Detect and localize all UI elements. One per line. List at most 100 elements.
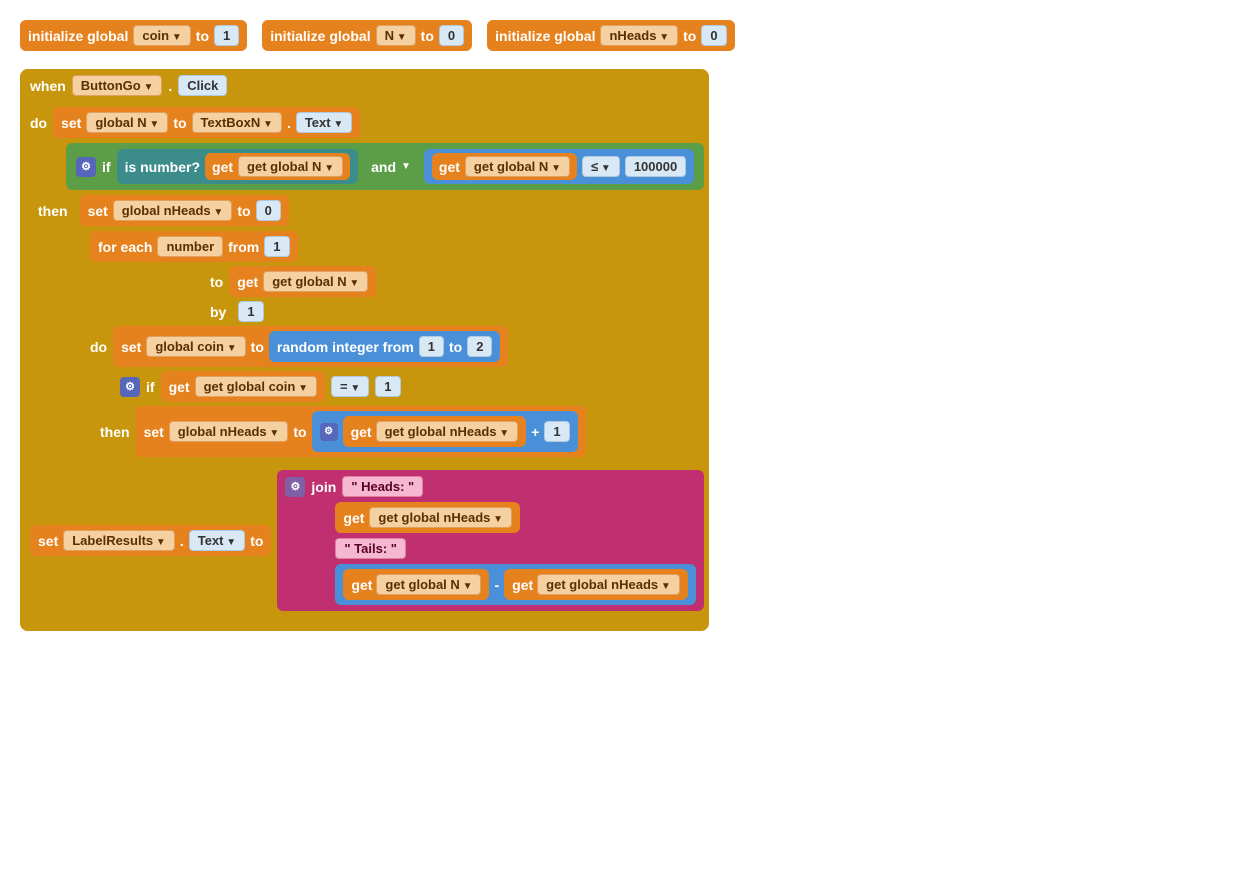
get-label-nHeads-minus: get bbox=[512, 577, 533, 593]
nHeads-value[interactable]: 0 bbox=[701, 25, 726, 46]
dot-label: . bbox=[168, 78, 172, 94]
one-value[interactable]: 1 bbox=[375, 376, 400, 397]
get-coin-block[interactable]: get get global coin bbox=[161, 371, 325, 402]
by-val[interactable]: 1 bbox=[238, 301, 263, 322]
init-nHeads-to: to bbox=[683, 28, 696, 44]
get-label-N-minus: get bbox=[351, 577, 372, 593]
get-nHeads-join[interactable]: get get global nHeads bbox=[335, 502, 520, 533]
button-go-var[interactable]: ButtonGo bbox=[72, 75, 163, 96]
nHeads-var-inner[interactable]: get global nHeads bbox=[376, 421, 519, 442]
N-var[interactable]: N bbox=[376, 25, 416, 46]
set-coin-label: set bbox=[121, 339, 141, 355]
init-coin-label: initialize global bbox=[28, 28, 128, 44]
join-block[interactable]: ⚙ join " Heads: " get get global nHeads … bbox=[277, 470, 703, 611]
join-calc-row: get get global N - get get global nHeads bbox=[335, 564, 695, 605]
is-number-block[interactable]: is number? get get global N bbox=[117, 149, 359, 184]
get-label-coin: get bbox=[169, 379, 190, 395]
rnd-to[interactable]: 2 bbox=[467, 336, 492, 357]
nHeads-var[interactable]: nHeads bbox=[600, 25, 678, 46]
gear-icon-2: ⚙ bbox=[120, 377, 140, 397]
zero-value[interactable]: 0 bbox=[256, 200, 281, 221]
nHeads-var-2[interactable]: global nHeads bbox=[113, 200, 233, 221]
when-header: when ButtonGo . Click bbox=[20, 69, 709, 102]
from-val[interactable]: 1 bbox=[264, 236, 289, 257]
one-value-2[interactable]: 1 bbox=[544, 421, 569, 442]
rnd-from[interactable]: 1 bbox=[419, 336, 444, 357]
tails-str[interactable]: " Tails: " bbox=[335, 538, 406, 559]
then-nHeads-row: then set global nHeads to ⚙ get get glob… bbox=[100, 406, 704, 457]
coin-value[interactable]: 1 bbox=[214, 25, 239, 46]
foreach-by-row: by 1 bbox=[210, 301, 704, 322]
set-nHeads-plus-label: set bbox=[144, 424, 164, 440]
nHeads-var-3[interactable]: global nHeads bbox=[169, 421, 289, 442]
random-int-block[interactable]: random integer from 1 to 2 bbox=[269, 331, 501, 362]
nHeads-join-var[interactable]: get global nHeads bbox=[369, 507, 512, 528]
hundred-k-value[interactable]: 100000 bbox=[625, 156, 686, 177]
heads-str[interactable]: " Heads: " bbox=[342, 476, 423, 497]
by-label: by bbox=[210, 304, 226, 320]
set-label-block[interactable]: set LabelResults . Text to bbox=[30, 525, 271, 556]
get-N-block-if2[interactable]: get get global N bbox=[432, 153, 577, 180]
N-lte-block[interactable]: get get global N ≤ 100000 bbox=[424, 149, 694, 184]
text-prop[interactable]: Text bbox=[296, 112, 352, 133]
nHeads-minus-var[interactable]: get global nHeads bbox=[537, 574, 680, 595]
init-nHeads-block[interactable]: initialize global nHeads to 0 bbox=[487, 20, 734, 51]
set-nHeads-0-block[interactable]: set global nHeads to 0 bbox=[80, 195, 289, 226]
set-N-var[interactable]: global N bbox=[86, 112, 168, 133]
text-prop-2[interactable]: Text bbox=[189, 530, 245, 551]
init-N-label: initialize global bbox=[270, 28, 370, 44]
label-results-var[interactable]: LabelResults bbox=[63, 530, 175, 551]
lte-op[interactable]: ≤ bbox=[582, 156, 620, 177]
gold-bottom bbox=[20, 616, 709, 631]
textboxN-var[interactable]: TextBoxN bbox=[192, 112, 282, 133]
N-minus-nHeads-block[interactable]: get get global N - get get global nHeads bbox=[335, 564, 695, 605]
click-label[interactable]: Click bbox=[178, 75, 227, 96]
foreach-to-row: to get get global N bbox=[210, 266, 704, 297]
set-nHeads-plus-block[interactable]: set global nHeads to ⚙ get get global nH… bbox=[136, 406, 586, 457]
N-minus-var[interactable]: get global N bbox=[376, 574, 481, 595]
global-N-foreach[interactable]: get global N bbox=[263, 271, 368, 292]
coin-var[interactable]: coin bbox=[133, 25, 190, 46]
plus-label: + bbox=[531, 424, 539, 440]
do-label-foreach: do bbox=[90, 339, 107, 355]
foreach-var[interactable]: number bbox=[157, 236, 223, 257]
set-nHeads-plus-to: to bbox=[293, 424, 306, 440]
set-N-block[interactable]: set global N to TextBoxN . Text bbox=[53, 107, 360, 138]
eq-op[interactable]: = bbox=[331, 376, 369, 397]
minus-label: - bbox=[494, 577, 499, 593]
N-value[interactable]: 0 bbox=[439, 25, 464, 46]
nHeads-plus-1-block[interactable]: ⚙ get get global nHeads + 1 bbox=[312, 411, 578, 452]
foreach-do-row: do set global coin to random integer fro… bbox=[90, 326, 704, 367]
when-label: when bbox=[30, 78, 66, 94]
then-row: then set global nHeads to 0 bbox=[30, 195, 704, 226]
global-N-var-2[interactable]: get global N bbox=[465, 156, 570, 177]
then-label-2: then bbox=[100, 424, 130, 440]
do-body: do set global N to TextBoxN . Text ⚙ if bbox=[20, 102, 709, 616]
set-coin-block[interactable]: set global coin to random integer from 1… bbox=[113, 326, 508, 367]
dot2-label: . bbox=[287, 115, 291, 131]
and-block[interactable]: and bbox=[364, 156, 418, 178]
get-label-2: get bbox=[439, 159, 460, 175]
global-coin-var[interactable]: get global coin bbox=[195, 376, 317, 397]
get-N-minus[interactable]: get get global N bbox=[343, 569, 489, 600]
foreach-header-row: for each number from 1 bbox=[90, 231, 704, 262]
get-N-block-if[interactable]: get get global N bbox=[205, 153, 350, 180]
set-nHeads-to: to bbox=[237, 203, 250, 219]
join-label: join bbox=[311, 479, 336, 495]
then-label: then bbox=[38, 203, 68, 219]
global-N-var-1[interactable]: get global N bbox=[238, 156, 343, 177]
do-label: do bbox=[30, 115, 47, 131]
get-nHeads-minus[interactable]: get get global nHeads bbox=[504, 569, 688, 600]
init-coin-block[interactable]: initialize global coin to 1 bbox=[20, 20, 247, 51]
init-nHeads-label: initialize global bbox=[495, 28, 595, 44]
if-green-block[interactable]: ⚙ if is number? get get global N and bbox=[66, 143, 704, 190]
init-N-block[interactable]: initialize global N to 0 bbox=[262, 20, 472, 51]
set-label-label: set bbox=[38, 533, 58, 549]
foreach-block[interactable]: for each number from 1 bbox=[90, 231, 298, 262]
rnd-to-label: to bbox=[449, 339, 462, 355]
get-nHeads-inner[interactable]: get get global nHeads bbox=[343, 416, 527, 447]
coin-var-foreach[interactable]: global coin bbox=[146, 336, 245, 357]
set-coin-to: to bbox=[251, 339, 264, 355]
get-label-foreach: get bbox=[237, 274, 258, 290]
get-N-foreach[interactable]: get get global N bbox=[229, 266, 376, 297]
